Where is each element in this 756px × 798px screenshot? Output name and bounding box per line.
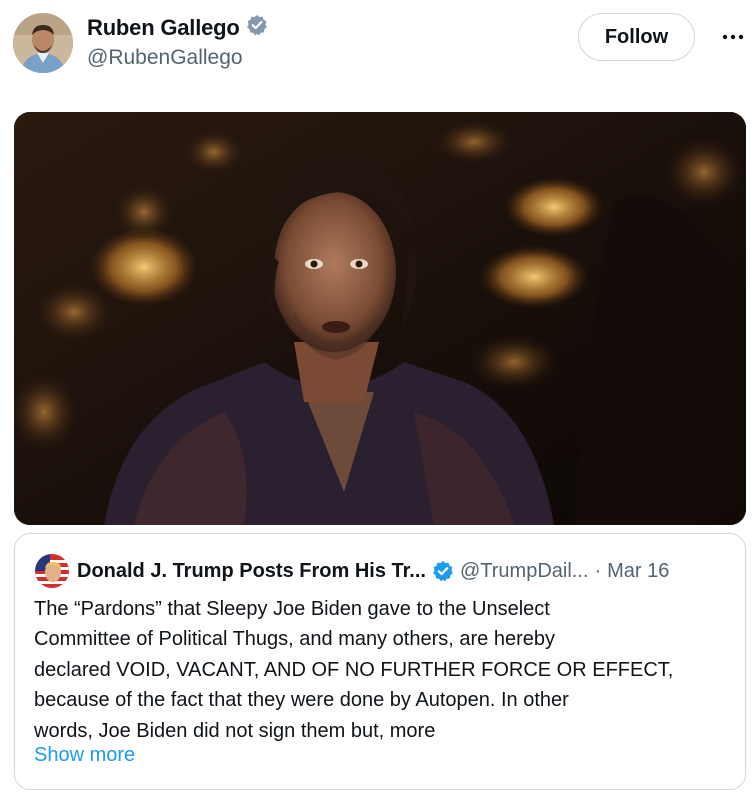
author-name-row[interactable]: Ruben Gallego xyxy=(87,14,268,41)
quoted-post-date[interactable]: Mar 16 xyxy=(607,560,669,583)
author-handle[interactable]: @RubenGallego xyxy=(87,46,243,70)
post-media-video[interactable] xyxy=(14,112,746,525)
quoted-text-line: The “Pardons” that Sleepy Joe Biden gave… xyxy=(34,598,550,620)
quoted-post-text: The “Pardons” that Sleepy Joe Biden gave… xyxy=(34,594,739,746)
follow-button[interactable]: Follow xyxy=(578,13,695,61)
quoted-text-line: declared VOID, VACANT, AND OF NO FURTHER… xyxy=(34,658,674,681)
quoted-text-line: words, Joe Biden did not sign them but, … xyxy=(34,719,436,742)
more-options-button[interactable] xyxy=(716,22,750,52)
quoted-author-name[interactable]: Donald J. Trump Posts From His Tr... xyxy=(77,560,426,583)
quoted-author-avatar[interactable] xyxy=(35,554,69,588)
quoted-author-handle[interactable]: @TrumpDail... xyxy=(460,560,588,583)
author-avatar[interactable] xyxy=(13,13,73,73)
verified-badge-icon xyxy=(432,560,454,582)
verified-badge-icon xyxy=(246,14,268,41)
quoted-post-card[interactable]: Donald J. Trump Posts From His Tr... @Tr… xyxy=(14,533,746,790)
show-more-link[interactable]: Show more xyxy=(34,744,135,767)
quoted-post-header: Donald J. Trump Posts From His Tr... @Tr… xyxy=(77,557,737,585)
dot-separator: · xyxy=(594,559,602,582)
quoted-text-line: Committee of Political Thugs, and many o… xyxy=(34,628,555,651)
more-horizontal-icon xyxy=(722,34,744,40)
quoted-text-line: because of the fact that they were done … xyxy=(34,689,569,712)
author-name[interactable]: Ruben Gallego xyxy=(87,15,240,41)
post-header: Ruben Gallego @RubenGallego Follow xyxy=(0,0,756,90)
